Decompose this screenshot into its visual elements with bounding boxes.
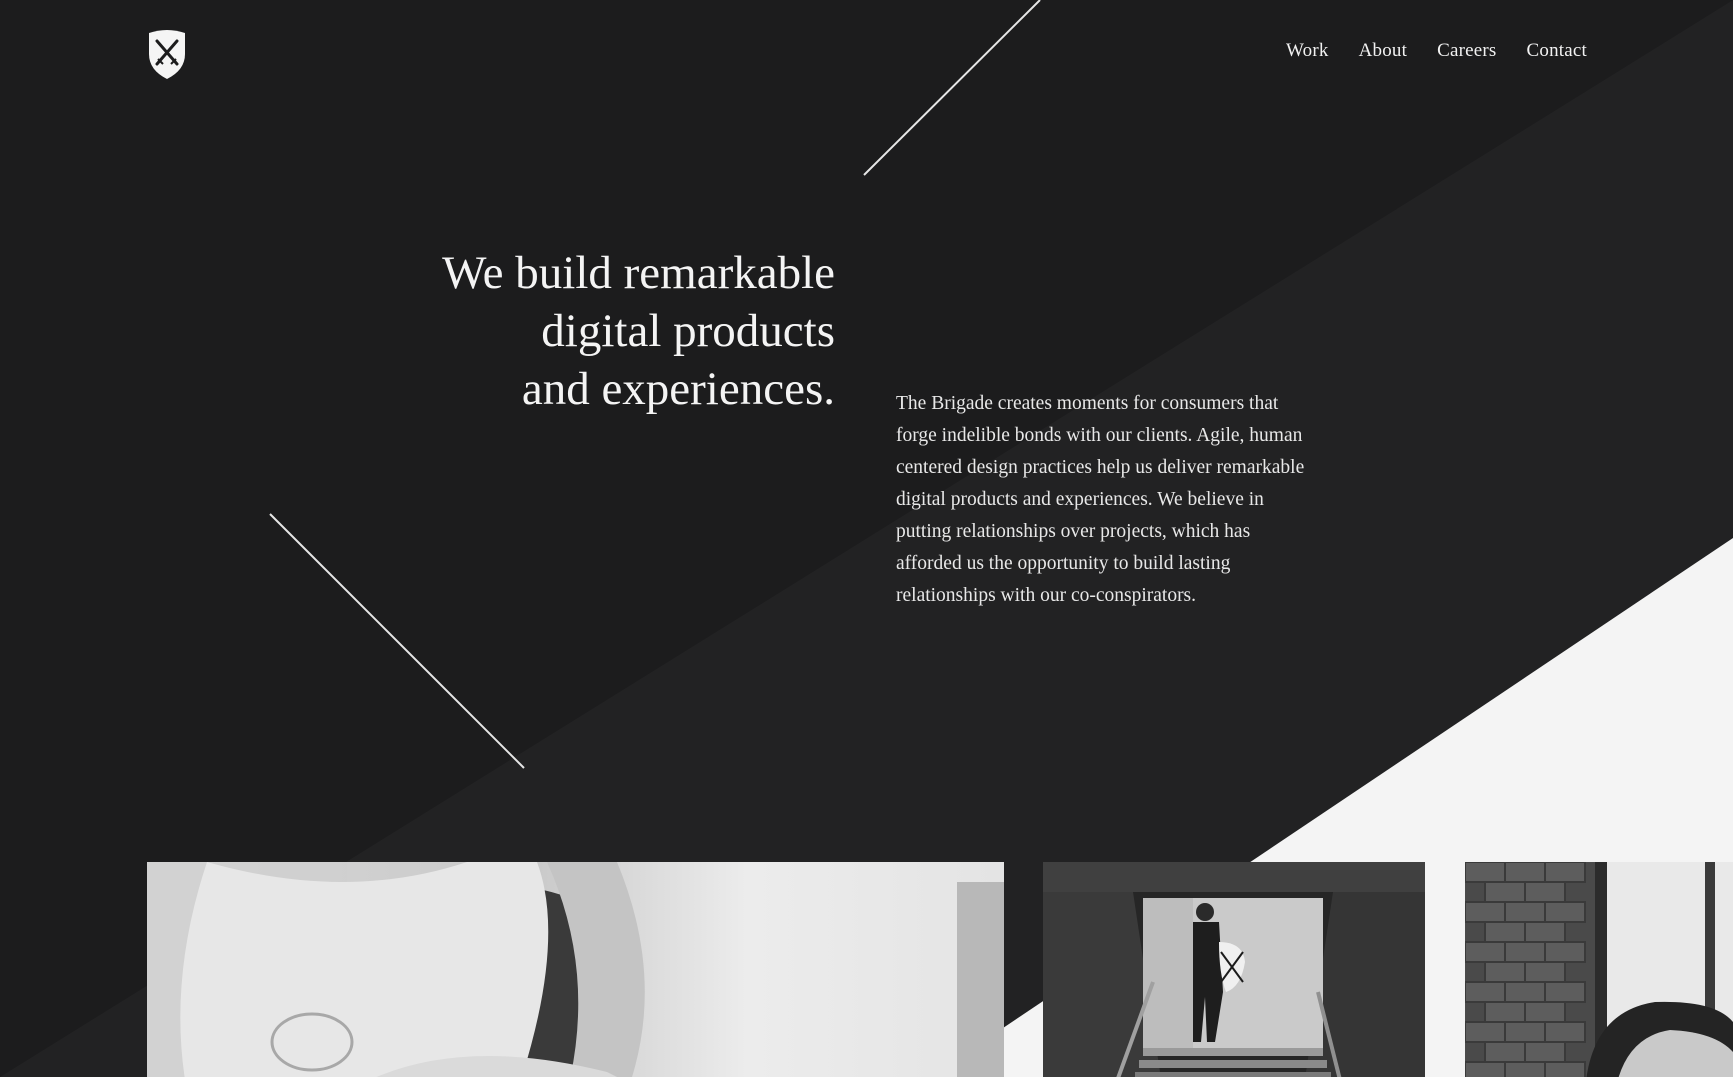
man-brick-wall-photo[interactable]	[1465, 862, 1733, 1077]
shield-crossed-swords-icon	[149, 30, 185, 79]
headline-line: We build remarkable	[442, 247, 835, 299]
nav-link-about[interactable]: About	[1359, 40, 1408, 62]
main-nav: Work About Careers Contact	[1286, 40, 1587, 62]
headline-line: digital products	[541, 305, 835, 357]
nav-link-contact[interactable]: Contact	[1527, 40, 1588, 62]
headline-line: and experiences.	[521, 363, 835, 415]
nav-link-careers[interactable]: Careers	[1437, 40, 1496, 62]
person-with-shield-stairway-photo[interactable]	[1043, 862, 1425, 1077]
close-up-arms-photo[interactable]	[147, 862, 1004, 1077]
intro-paragraph: The Brigade creates moments for consumer…	[896, 393, 1305, 606]
page: Work About Careers Contact We build rema…	[0, 0, 1733, 1077]
brand-logo[interactable]	[146, 28, 188, 80]
hero-headline: We build remarkable digital products and…	[442, 244, 835, 418]
nav-link-work[interactable]: Work	[1286, 40, 1329, 62]
